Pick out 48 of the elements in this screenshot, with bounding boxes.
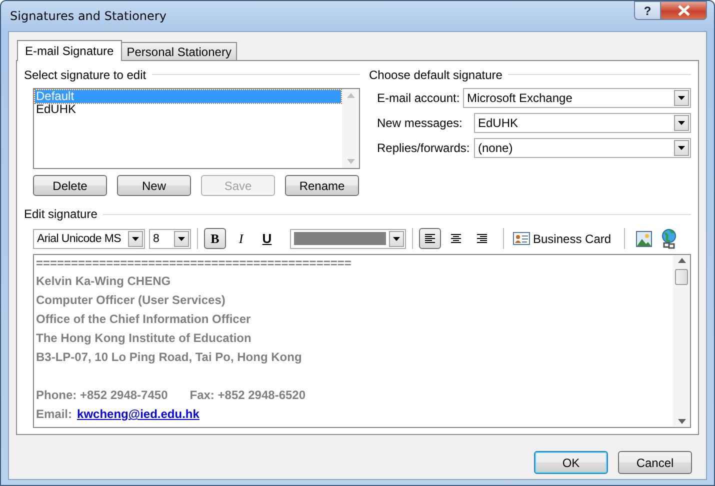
signature-line: Office of the Chief Information Officer [36, 311, 252, 328]
scroll-up-icon[interactable] [678, 258, 686, 263]
field-label: New messages: [377, 116, 464, 130]
signature-line: Fax: +852 2948-6520 [190, 387, 306, 404]
section-heading: Choose default signature [369, 68, 502, 82]
close-icon[interactable] [661, 1, 707, 20]
dialog-button[interactable]: OK [534, 451, 608, 474]
email-label: Email: [36, 406, 72, 423]
signature-line: Computer Officer (User Services) [36, 292, 226, 309]
section-heading: Select signature to edit [24, 68, 146, 82]
dropdown-field[interactable]: 8 [149, 228, 191, 248]
push-button[interactable]: New [117, 175, 191, 196]
bold-button[interactable]: B [204, 228, 226, 249]
email-link[interactable]: kwcheng@ied.edu.hk [77, 405, 200, 424]
tab[interactable]: Personal Stationery [120, 42, 238, 60]
dropdown-field[interactable]: EdUHK [474, 113, 691, 133]
dropdown-field[interactable]: Arial Unicode MS [33, 228, 145, 248]
push-button[interactable]: Delete [33, 175, 107, 196]
align-left-icon [424, 234, 436, 244]
window-title: Signatures and Stationery [10, 9, 168, 23]
field-label: E-mail account: [377, 91, 461, 105]
list-item[interactable]: EdUHK [35, 103, 341, 116]
insert-picture-icon[interactable] [636, 230, 652, 246]
align-right-icon [476, 234, 488, 244]
align-center-icon [450, 234, 462, 244]
signature-line: B3-LP-07, 10 Lo Ping Road, Tai Po, Hong Kong [36, 349, 303, 366]
italic-button[interactable]: I [230, 228, 252, 249]
dropdown-field[interactable]: (none) [474, 138, 691, 158]
dropdown-field[interactable]: Microsoft Exchange [463, 88, 691, 108]
help-button[interactable]: ? [634, 1, 661, 20]
dropdown-field[interactable] [290, 228, 406, 248]
scroll-down-icon[interactable] [678, 419, 686, 424]
field-label: Replies/forwards: [377, 141, 471, 155]
signature-line: Kelvin Ka-Wing CHENG [36, 273, 172, 290]
business-card-icon [513, 232, 530, 245]
section-heading: Edit signature [24, 207, 98, 221]
push-button[interactable]: Rename [285, 175, 359, 196]
signature-line: The Hong Kong Institute of Education [36, 330, 252, 347]
underline-button[interactable]: U [256, 228, 278, 249]
scrollbar-thumb[interactable] [675, 269, 688, 285]
business-card-button[interactable]: Business Card [510, 228, 614, 249]
tab[interactable]: E-mail Signature [17, 40, 122, 61]
dialog-button[interactable]: Cancel [618, 451, 692, 474]
align-left-button[interactable] [419, 228, 441, 249]
signature-editor[interactable] [33, 254, 691, 428]
signature-line: ============================================= [36, 258, 352, 272]
signature-line: Phone: +852 2948-7450 [36, 387, 168, 404]
globe-link-icon[interactable] [660, 228, 678, 248]
